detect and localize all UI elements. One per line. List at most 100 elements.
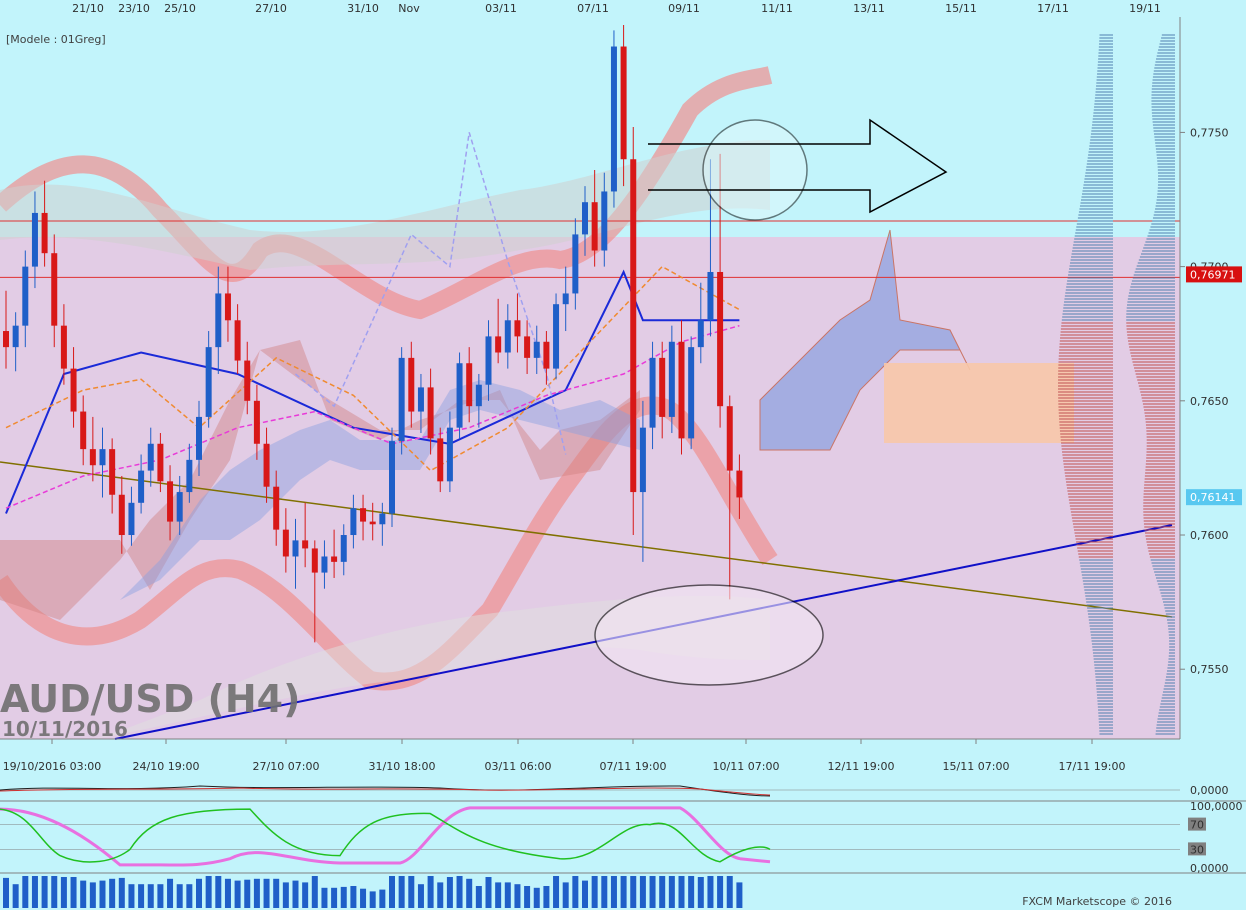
volume-bar [707,876,714,908]
volume-bar [340,886,347,908]
volume-bar [736,882,743,908]
candle-body [572,234,579,294]
candle-body [205,347,212,417]
volume-bar [302,882,309,908]
top-date-label: 17/11 [1037,2,1069,15]
top-date-label: 25/10 [164,2,196,15]
volume-bar [408,876,415,908]
candle-body [736,470,743,498]
candle-body [273,486,280,530]
candle-body [350,508,357,536]
volume-bar [196,878,202,908]
model-label: [Modele : 01Greg] [6,33,106,46]
candle-body [427,387,434,439]
volume-bar [157,884,164,908]
top-date-label: 19/11 [1129,2,1161,15]
candle-body [321,556,328,573]
volume-bar [224,878,231,908]
candle-body [215,293,222,348]
circle-annotation [702,119,808,221]
volume-bar [688,876,695,908]
volume-bar [543,886,550,908]
time-axis: 19/10/2016 03:00 24/10 19:00 27/10 07:00 31… [3,739,1125,773]
volume-bar [446,877,453,908]
volume-bar [244,879,251,908]
volume-bar [456,876,463,908]
volume-bar [562,882,569,908]
candle-body [70,368,77,412]
candle-body [369,521,376,525]
candle-body [176,492,183,522]
candle-body [389,441,395,514]
candle-body [128,502,135,536]
volume-bar [321,887,328,908]
volume-bar [601,876,608,908]
time-tick-label: 31/10 18:00 [369,760,436,773]
candle-body [398,357,405,442]
volume-bar [311,876,318,908]
volume-bar [591,876,598,908]
top-date-label: 23/10 [118,2,150,15]
volume-bar [147,884,154,908]
volume-bar [205,876,212,908]
volume-bar [22,876,29,908]
volume-bar [60,877,67,908]
volume-bar [379,889,386,908]
price-axis: 0,77500,77000,76500,76000,75500,769710,7… [1180,126,1242,676]
volume-bar [582,880,588,908]
volume-bar [553,876,560,908]
candle-body [80,411,87,450]
volume-bar [668,876,675,908]
volume-bar [118,877,125,908]
volume-bar [12,884,19,908]
candle-body [639,427,646,493]
volume-bar [533,887,540,908]
top-date-label: 03/11 [485,2,517,15]
candle-body [659,357,666,417]
volume-bar [639,876,646,908]
candle-body [456,363,463,428]
candle-body [302,540,309,549]
volume-bar [128,884,135,908]
top-date-label: Nov [398,2,420,15]
candle-body [224,293,231,321]
candle-body [533,341,540,358]
volume-bar [41,876,48,908]
candle-body [379,513,386,525]
volume-bar [659,876,666,908]
time-tick-label: 15/11 07:00 [943,760,1010,773]
volume-bar [176,884,183,908]
volume-bar [475,886,482,908]
candle-body [688,347,695,439]
volume-bar [466,878,473,908]
top-date-label: 07/11 [577,2,609,15]
candle-body [514,320,521,337]
volume-bar [427,876,434,908]
candle-body [543,341,550,369]
time-tick-label: 07/11 19:00 [600,760,667,773]
top-date-label: 09/11 [668,2,700,15]
time-tick-label: 24/10 19:00 [133,760,200,773]
candle-body [51,253,58,326]
candle-body [437,438,444,482]
candle-body [360,508,367,522]
candle-body [331,556,338,562]
time-tick-label: 10/11 07:00 [713,760,780,773]
candle-body [340,535,347,562]
price-tick-label: 0,7550 [1190,663,1229,676]
stoch-tick-label: 70 [1190,819,1204,832]
candle-body [707,271,714,321]
price-chart[interactable]: 21/10 23/10 25/10 27/10 31/10 Nov 03/11 07/11 09… [0,0,1246,910]
candle-body [89,449,96,466]
volume-bar [697,877,704,908]
candle-body [147,443,154,471]
candle-body [186,459,193,493]
volume-bar [109,878,116,908]
candle-body [60,325,67,369]
volume-bar [292,880,299,908]
volume-bar [80,880,87,908]
candle-body [726,406,733,471]
candle-body [196,416,202,460]
volume-bar [726,876,733,908]
volume-bar [273,878,280,908]
